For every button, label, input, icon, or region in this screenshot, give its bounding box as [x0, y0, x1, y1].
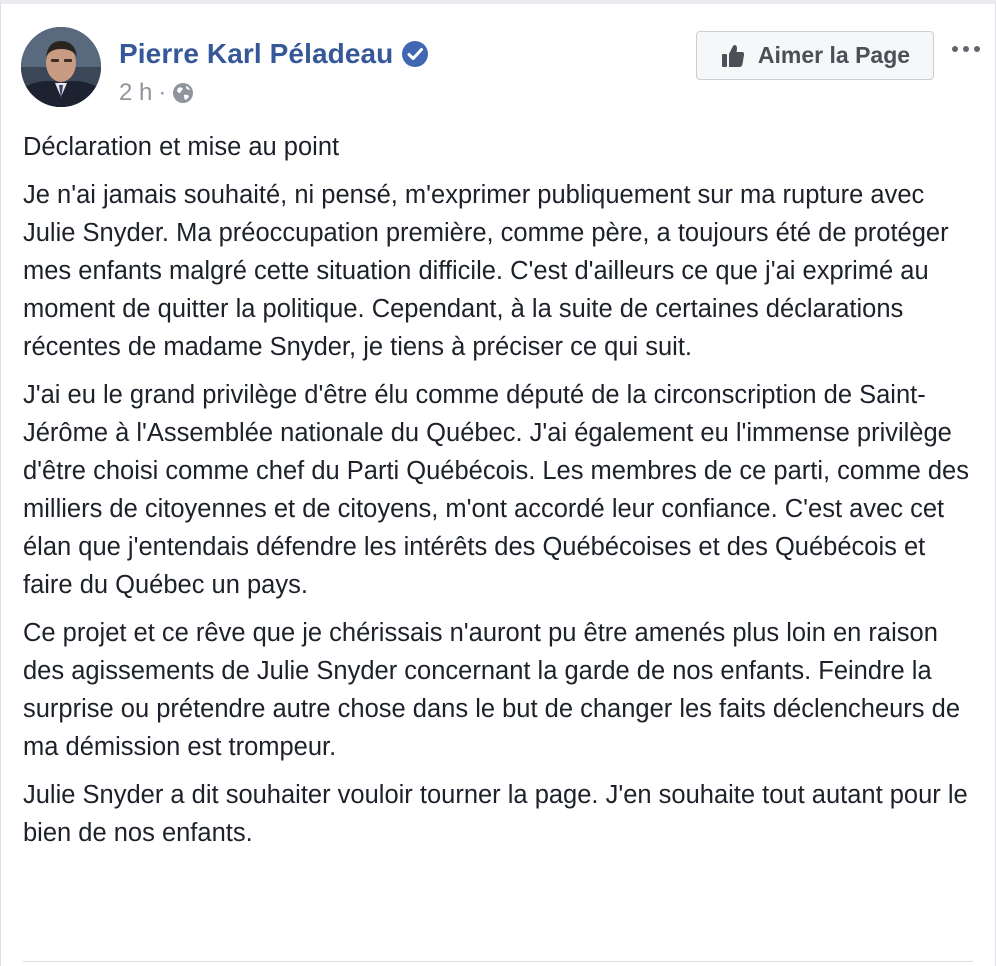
post-divider: [23, 961, 973, 962]
post-paragraph-heading: Déclaration et mise au point: [23, 133, 340, 161]
post-paragraph: Je n'ai jamais souhaité, ni pensé, m'exp…: [23, 181, 949, 361]
post-card: Pierre Karl Péladeau 2 h · Aimer la Page…: [0, 0, 996, 966]
profile-photo: [21, 27, 101, 107]
post-paragraph: Ce projet et ce rêve que je chérissais n…: [23, 619, 961, 761]
thumbs-up-icon: [720, 43, 746, 69]
globe-icon[interactable]: [172, 82, 194, 104]
meta-separator: ·: [158, 79, 167, 106]
post-body: Déclaration et mise au point Je n'ai jam…: [23, 128, 973, 862]
like-page-label: Aimer la Page: [757, 42, 911, 68]
author-avatar[interactable]: [21, 27, 101, 107]
verified-badge-icon[interactable]: [401, 40, 429, 68]
post-timestamp-link[interactable]: 2 h: [119, 79, 152, 107]
post-paragraph: Julie Snyder a dit souhaiter vouloir tou…: [23, 781, 968, 847]
author-line: Pierre Karl Péladeau: [119, 34, 429, 74]
more-options-button[interactable]: [946, 34, 986, 64]
post-header: Pierre Karl Péladeau 2 h · Aimer la Page: [1, 4, 995, 114]
author-name-link[interactable]: Pierre Karl Péladeau: [119, 38, 393, 70]
post-meta: 2 h ·: [119, 78, 194, 108]
like-page-button[interactable]: Aimer la Page: [696, 31, 934, 80]
post-paragraph: J'ai eu le grand privilège d'être élu co…: [23, 381, 969, 599]
ellipsis-icon: [952, 46, 980, 52]
